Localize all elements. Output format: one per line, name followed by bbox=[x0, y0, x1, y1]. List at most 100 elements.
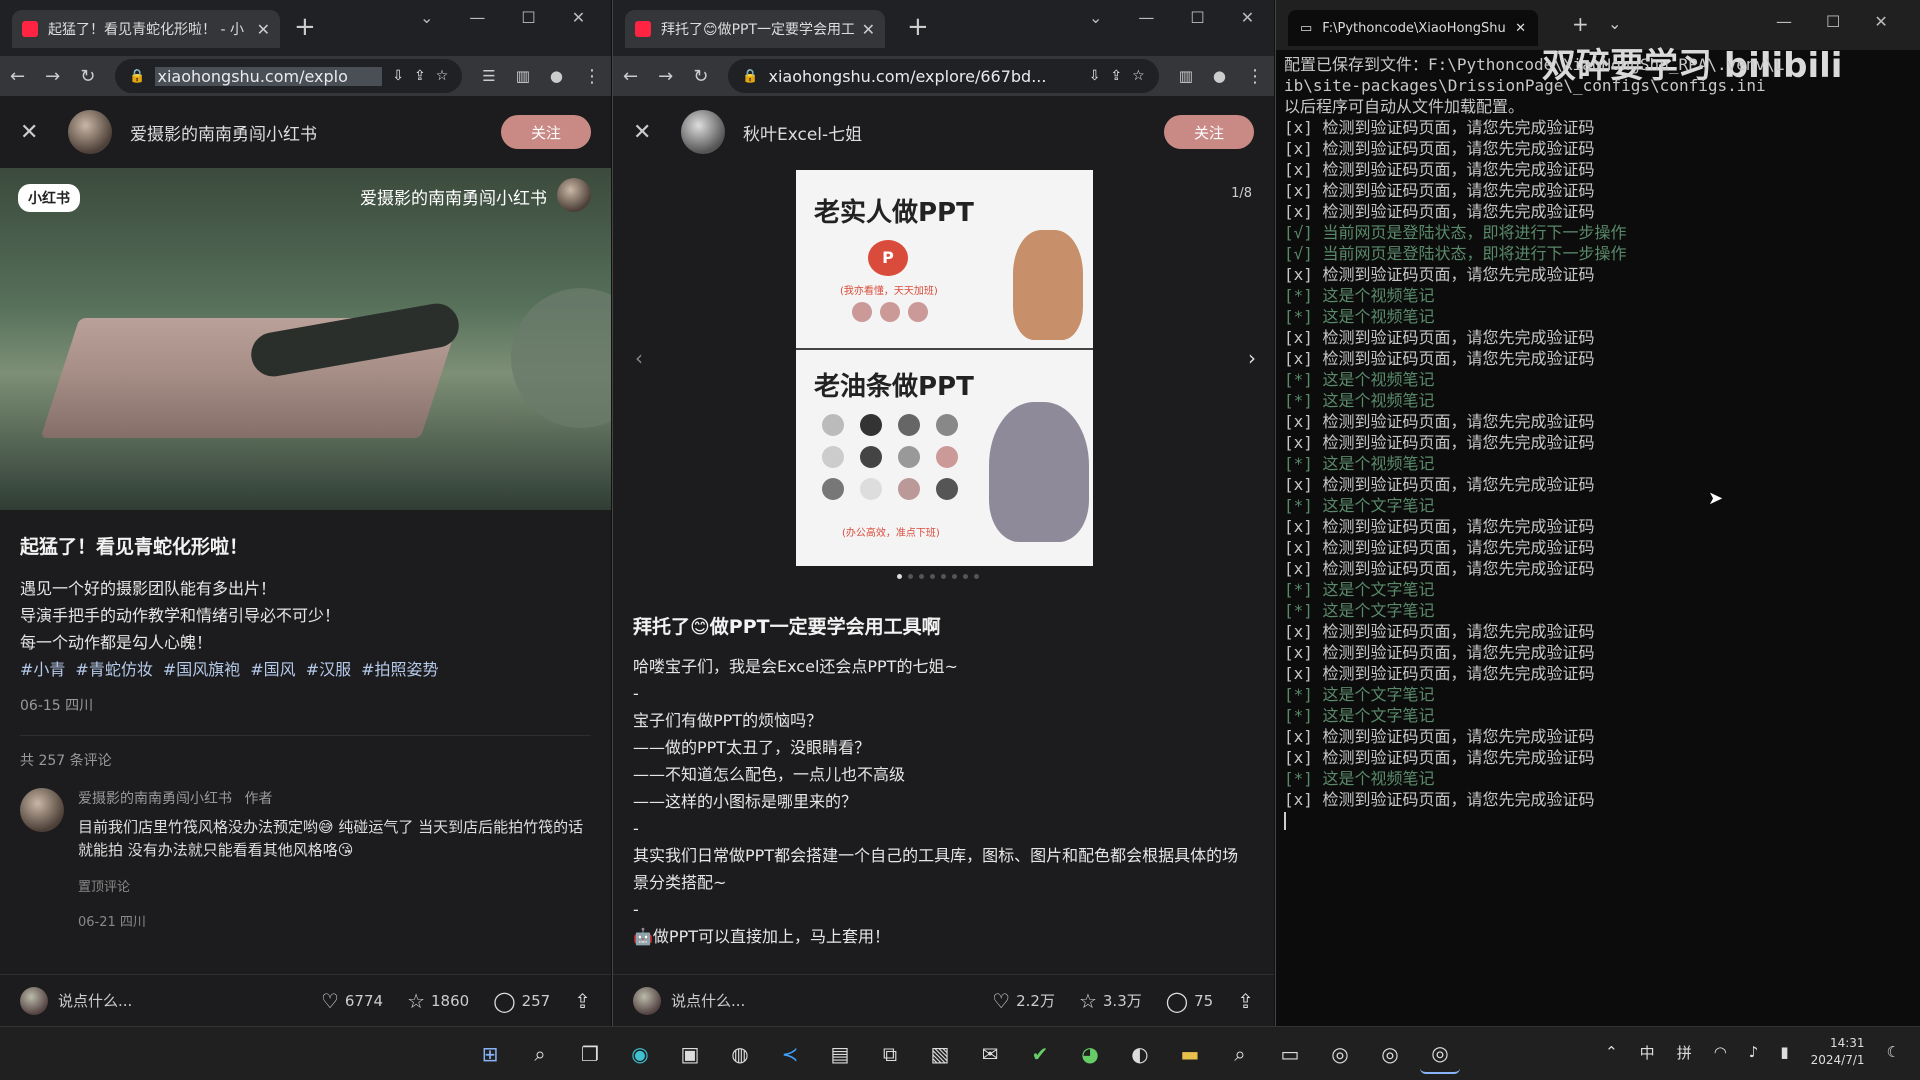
ime-mode[interactable]: 中 bbox=[1640, 1042, 1655, 1063]
carousel-prev-icon[interactable]: ‹ bbox=[635, 346, 643, 370]
close-tab-icon[interactable]: ✕ bbox=[257, 20, 270, 39]
file-explorer-icon[interactable]: ▬ bbox=[1170, 1034, 1210, 1074]
profile-icon[interactable]: ● bbox=[550, 67, 563, 85]
wifi-icon[interactable]: ◠ bbox=[1714, 1043, 1727, 1061]
share-icon[interactable]: ⇪ bbox=[414, 68, 426, 84]
tag-link[interactable]: #国风 bbox=[250, 660, 295, 679]
install-icon[interactable]: ⇩ bbox=[392, 68, 404, 84]
comment-input[interactable]: 说点什么... bbox=[633, 986, 968, 1015]
tag-link[interactable]: #青蛇仿妆 bbox=[75, 660, 152, 679]
install-icon[interactable]: ⇩ bbox=[1089, 68, 1101, 84]
address-bar[interactable]: 🔒 xiaohongshu.com/explore/667bd... ⇩ ⇪ ☆ bbox=[728, 59, 1159, 93]
maximize-button[interactable]: ☐ bbox=[1190, 8, 1204, 27]
browser-tab[interactable]: 起猛了！看见青蛇化形啦！ - 小 ✕ bbox=[12, 10, 280, 48]
dropdown-icon[interactable]: ⌄ bbox=[1608, 14, 1621, 33]
maximize-button[interactable]: ☐ bbox=[1826, 12, 1840, 31]
tag-link[interactable]: #拍照姿势 bbox=[361, 660, 438, 679]
bookmark-star-icon[interactable]: ☆ bbox=[1132, 68, 1145, 84]
media-player-icon[interactable]: ◍ bbox=[720, 1034, 760, 1074]
back-icon[interactable]: ← bbox=[10, 66, 25, 87]
close-window-button[interactable]: ✕ bbox=[1241, 8, 1254, 27]
vscode-icon[interactable]: ≺ bbox=[770, 1034, 810, 1074]
minimize-button[interactable]: — bbox=[1138, 8, 1154, 27]
window-switcher-icon[interactable]: ⧉ bbox=[870, 1034, 910, 1074]
comment-button[interactable]: ◯ 75 bbox=[1166, 989, 1213, 1013]
minimize-button[interactable]: — bbox=[469, 8, 485, 27]
tab-search-icon[interactable]: ⌄ bbox=[420, 8, 433, 27]
volume-icon[interactable]: ♪ bbox=[1749, 1043, 1759, 1061]
wechat-icon[interactable]: ◕ bbox=[1070, 1034, 1110, 1074]
close-tab-icon[interactable]: ✕ bbox=[1515, 21, 1526, 36]
url-text[interactable]: xiaohongshu.com/explo bbox=[155, 66, 383, 86]
terminal-app-icon[interactable]: ▭ bbox=[1270, 1034, 1310, 1074]
share-icon[interactable]: ⇪ bbox=[1110, 68, 1122, 84]
comment-button[interactable]: ◯ 257 bbox=[493, 989, 550, 1013]
close-window-button[interactable]: ✕ bbox=[572, 8, 585, 27]
carousel-next-icon[interactable]: › bbox=[1248, 346, 1256, 370]
reload-icon[interactable]: ↻ bbox=[80, 66, 95, 87]
close-tab-icon[interactable]: ✕ bbox=[862, 20, 875, 39]
tag-link[interactable]: #国风旗袍 bbox=[163, 660, 240, 679]
back-icon[interactable]: ← bbox=[623, 66, 638, 87]
like-button[interactable]: ♡ 2.2万 bbox=[992, 989, 1055, 1013]
tag-link[interactable]: #小青 bbox=[20, 660, 65, 679]
start-icon[interactable]: ⊞ bbox=[470, 1034, 510, 1074]
chrome-icon[interactable]: ◎ bbox=[1370, 1034, 1410, 1074]
author-name[interactable]: 秋叶Excel-七姐 bbox=[743, 120, 1146, 145]
new-tab-button[interactable]: + bbox=[294, 12, 316, 42]
url-text[interactable]: xiaohongshu.com/explore/667bd... bbox=[768, 67, 1078, 86]
menu-icon[interactable]: ⋮ bbox=[583, 66, 601, 87]
share-button[interactable]: ⇪ bbox=[574, 989, 591, 1013]
chrome-icon[interactable]: ◎ bbox=[1320, 1034, 1360, 1074]
share-button[interactable]: ⇪ bbox=[1237, 989, 1254, 1013]
image-carousel[interactable]: ‹ › 1/8 老实人做PPT P (我亦看懂，天天加班) 老油条做PPT (办… bbox=[613, 168, 1274, 579]
collect-button[interactable]: ☆ 1860 bbox=[407, 989, 469, 1013]
collect-button[interactable]: ☆ 3.3万 bbox=[1079, 989, 1142, 1013]
browser-tab[interactable]: 拜托了😊做PPT一定要学会用工 ✕ bbox=[625, 10, 885, 48]
forward-icon[interactable]: → bbox=[658, 66, 673, 87]
terminal-output[interactable]: 配置已保存到文件：F:\Pythoncode\XiaoHongShu_RPA\.… bbox=[1284, 54, 1912, 830]
follow-button[interactable]: 关注 bbox=[501, 115, 591, 149]
side-panel-icon[interactable]: ▥ bbox=[516, 67, 530, 85]
app-icon[interactable]: ▧ bbox=[920, 1034, 960, 1074]
avatar[interactable] bbox=[681, 110, 725, 154]
commenter-name[interactable]: 爱摄影的南南勇闯小红书 bbox=[78, 791, 232, 807]
task-view-icon[interactable]: ❐ bbox=[570, 1034, 610, 1074]
battery-icon[interactable]: ▮ bbox=[1780, 1043, 1788, 1061]
new-tab-button[interactable]: + bbox=[907, 12, 929, 42]
search-icon[interactable]: ⌕ bbox=[520, 1034, 560, 1074]
reload-icon[interactable]: ↻ bbox=[693, 66, 708, 87]
reading-list-icon[interactable]: ☰ bbox=[482, 67, 495, 85]
checkmark-app-icon[interactable]: ✔ bbox=[1020, 1034, 1060, 1074]
maximize-button[interactable]: ☐ bbox=[521, 8, 535, 27]
notification-icon[interactable]: ☾ bbox=[1887, 1043, 1900, 1061]
close-window-button[interactable]: ✕ bbox=[1874, 12, 1887, 31]
forward-icon[interactable]: → bbox=[45, 66, 60, 87]
tag-link[interactable]: #汉服 bbox=[306, 660, 351, 679]
pycharm-icon[interactable]: ▣ bbox=[670, 1034, 710, 1074]
profile-icon[interactable]: ● bbox=[1213, 67, 1226, 85]
close-note-icon[interactable]: ✕ bbox=[633, 120, 663, 145]
commenter-avatar[interactable] bbox=[20, 788, 64, 832]
browser-app-icon[interactable]: ◐ bbox=[1120, 1034, 1160, 1074]
like-button[interactable]: ♡ 6774 bbox=[321, 989, 383, 1013]
tab-search-icon[interactable]: ⌄ bbox=[1089, 8, 1102, 27]
clock[interactable]: 14:31 2024/7/1 bbox=[1811, 1035, 1865, 1069]
pdf-icon[interactable]: ▤ bbox=[820, 1034, 860, 1074]
author-name[interactable]: 爱摄影的南南勇闯小红书 bbox=[130, 120, 483, 145]
close-note-icon[interactable]: ✕ bbox=[20, 120, 50, 145]
edge-icon[interactable]: ◉ bbox=[620, 1034, 660, 1074]
follow-button[interactable]: 关注 bbox=[1164, 115, 1254, 149]
ime-pinyin[interactable]: 拼 bbox=[1677, 1042, 1692, 1063]
terminal-tab[interactable]: ▭ F:\Pythoncode\XiaoHongShu_ ✕ bbox=[1288, 10, 1538, 46]
minimize-button[interactable]: — bbox=[1776, 12, 1792, 31]
search-app-icon[interactable]: ⌕ bbox=[1220, 1034, 1260, 1074]
chrome-icon[interactable]: ◎ bbox=[1420, 1034, 1460, 1074]
menu-icon[interactable]: ⋮ bbox=[1246, 66, 1264, 87]
note-image[interactable]: 小红书 爱摄影的南南勇闯小红书 bbox=[0, 168, 611, 510]
outlook-icon[interactable]: ✉ bbox=[970, 1034, 1010, 1074]
comment-input[interactable]: 说点什么... bbox=[20, 986, 297, 1015]
bookmark-star-icon[interactable]: ☆ bbox=[436, 68, 449, 84]
side-panel-icon[interactable]: ▥ bbox=[1179, 67, 1193, 85]
new-tab-button[interactable]: + bbox=[1572, 12, 1589, 36]
